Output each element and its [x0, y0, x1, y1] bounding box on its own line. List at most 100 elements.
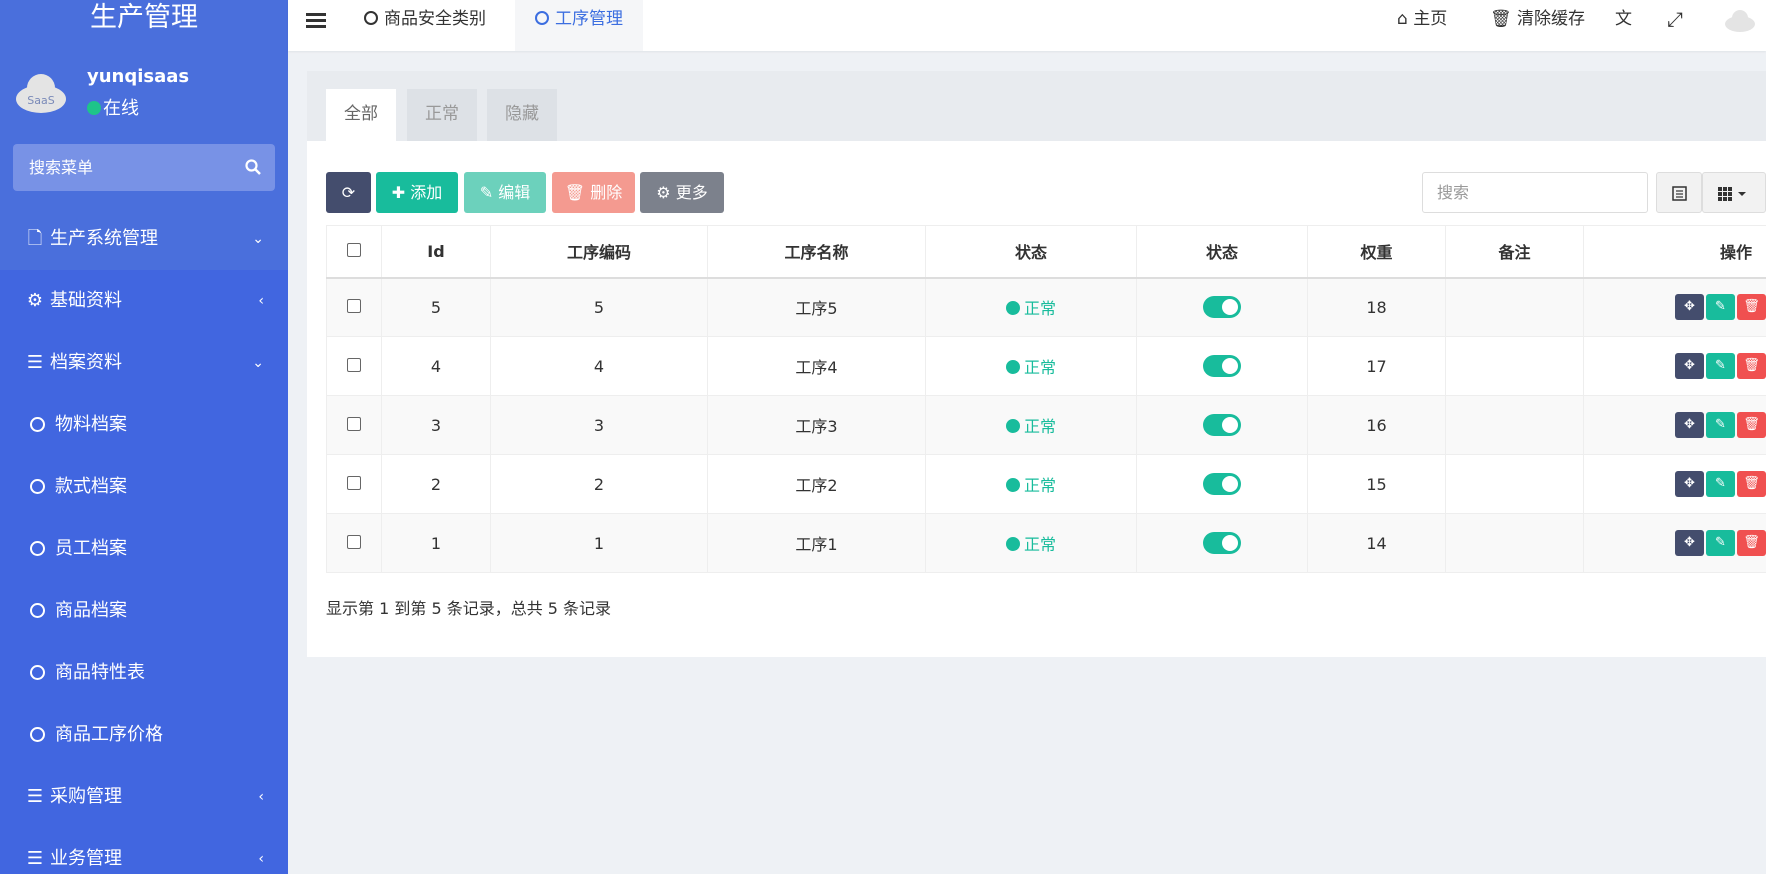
select-all-checkbox[interactable] — [347, 242, 361, 257]
column-header-remark[interactable]: 备注 — [1445, 225, 1584, 279]
grid-icon — [1718, 187, 1746, 201]
sidebar-item-goods-feature[interactable]: 商品特性表 — [0, 642, 288, 704]
cell-weight: 17 — [1307, 336, 1446, 396]
column-header-id[interactable]: Id — [381, 225, 491, 279]
row-checkbox[interactable] — [347, 475, 361, 490]
topbar: 商品安全类别 工序管理 ⌂ 主页 🗑 清除缓存 文 ⤢ — [288, 0, 1766, 51]
status-toggle[interactable] — [1203, 532, 1241, 554]
edit-row-icon[interactable]: ✎ — [1706, 471, 1735, 497]
row-checkbox[interactable] — [347, 357, 361, 372]
edit-row-icon[interactable]: ✎ — [1706, 530, 1735, 556]
columns-button[interactable] — [1702, 172, 1766, 213]
row-checkbox[interactable] — [347, 416, 361, 431]
edit-row-icon[interactable]: ✎ — [1706, 294, 1735, 321]
home-label: 主页 — [1413, 9, 1448, 29]
delete-row-icon[interactable]: 🗑 — [1737, 530, 1766, 556]
refresh-button[interactable]: ⟳ — [326, 172, 371, 213]
translate-icon[interactable]: 文 — [1615, 0, 1632, 38]
move-icon[interactable]: ✥ — [1675, 471, 1704, 497]
cell-code: 2 — [490, 454, 708, 514]
row-checkbox[interactable] — [347, 298, 361, 313]
delete-row-icon[interactable]: 🗑 — [1737, 471, 1766, 497]
circle-icon — [535, 11, 549, 25]
status-toggle[interactable] — [1203, 414, 1241, 436]
column-header-name[interactable]: 工序名称 — [707, 225, 926, 279]
sidebar-item-employee[interactable]: 员工档案 — [0, 518, 288, 580]
sidebar-item-basic-data[interactable]: ⚙ 基础资料 ‹ — [0, 270, 288, 332]
column-header-status-switch[interactable]: 状态 — [1136, 225, 1308, 279]
move-icon[interactable]: ✥ — [1675, 530, 1704, 556]
fullscreen-icon[interactable]: ⤢ — [1667, 0, 1683, 38]
edit-row-icon[interactable]: ✎ — [1706, 412, 1735, 438]
sidebar-item-label: 商品工序价格 — [55, 724, 163, 745]
move-icon[interactable]: ✥ — [1675, 353, 1704, 379]
cell-status: 正常 — [925, 395, 1137, 455]
clear-cache-link[interactable]: 🗑 清除缓存 — [1490, 0, 1585, 38]
sidebar-item-style[interactable]: 款式档案 — [0, 456, 288, 518]
menu-search-input[interactable] — [13, 144, 213, 191]
row-checkbox[interactable] — [347, 534, 361, 549]
cell-status-switch — [1136, 277, 1308, 337]
status-toggle[interactable] — [1203, 296, 1241, 319]
hamburger-icon[interactable] — [306, 10, 326, 31]
more-label: 更多 — [675, 183, 708, 202]
circle-icon — [30, 417, 45, 432]
cell-id: 1 — [381, 513, 491, 573]
file-icon: 🗋 — [27, 228, 43, 249]
edit-button[interactable]: ✎ 编辑 — [464, 172, 546, 213]
column-header-code[interactable]: 工序编码 — [490, 225, 708, 279]
status-dot-icon — [1005, 478, 1020, 492]
cell-remark — [1445, 277, 1584, 337]
status-toggle[interactable] — [1203, 473, 1241, 495]
cell-status: 正常 — [925, 513, 1137, 573]
sidebar-item-material[interactable]: 物料档案 — [0, 394, 288, 456]
circle-icon — [30, 479, 45, 494]
chevron-left-icon: ‹ — [258, 293, 264, 309]
row-select-cell — [326, 513, 382, 573]
cell-code: 5 — [490, 277, 708, 337]
table-search-input[interactable] — [1422, 172, 1648, 213]
chevron-down-icon: ⌄ — [252, 231, 264, 247]
sidebar-item-production-system[interactable]: 🗋 生产系统管理 ⌄ — [0, 208, 288, 270]
add-button[interactable]: ✚ 添加 — [376, 172, 458, 213]
filter-tabs: 全部 正常 隐藏 — [307, 71, 1766, 141]
move-icon[interactable]: ✥ — [1675, 412, 1704, 438]
column-header-status[interactable]: 状态 — [925, 225, 1137, 279]
sidebar-item-business[interactable]: ☰ 业务管理 ‹ — [0, 828, 288, 874]
cell-remark — [1445, 513, 1584, 573]
cell-id: 2 — [381, 454, 491, 514]
status-dot-icon — [1005, 301, 1020, 316]
delete-row-icon[interactable]: 🗑 — [1737, 412, 1766, 438]
cell-id: 5 — [381, 277, 491, 337]
home-icon: ⌂ — [1397, 9, 1408, 29]
sidebar-item-goods[interactable]: 商品档案 — [0, 580, 288, 642]
tab-label: 商品安全类别 — [384, 9, 486, 29]
sidebar-item-archives[interactable]: ☰ 档案资料 ⌄ — [0, 332, 288, 394]
move-icon[interactable]: ✥ — [1675, 294, 1704, 321]
sidebar-item-label: 基础资料 — [50, 290, 122, 311]
filter-tab-normal[interactable]: 正常 — [407, 89, 477, 141]
edit-row-icon[interactable]: ✎ — [1706, 353, 1735, 379]
home-link[interactable]: ⌂ 主页 — [1397, 0, 1447, 38]
sidebar-item-goods-process-price[interactable]: 商品工序价格 — [0, 704, 288, 766]
avatar-small[interactable] — [1724, 8, 1756, 32]
tab-label: 工序管理 — [555, 9, 623, 29]
column-header-actions: 操作 — [1583, 225, 1766, 279]
circle-icon — [30, 541, 45, 556]
more-button[interactable]: ⚙ 更多 — [640, 172, 724, 213]
sidebar-item-purchase[interactable]: ☰ 采购管理 ‹ — [0, 766, 288, 828]
delete-row-icon[interactable]: 🗑 — [1737, 353, 1766, 379]
column-header-weight[interactable]: 权重 — [1307, 225, 1446, 279]
select-all-cell — [326, 225, 382, 279]
filter-tab-all[interactable]: 全部 — [326, 89, 396, 141]
delete-row-icon[interactable]: 🗑 — [1737, 294, 1766, 321]
tab-goods-safety-category[interactable]: 商品安全类别 — [344, 0, 506, 51]
search-icon[interactable] — [245, 159, 261, 175]
status-toggle[interactable] — [1203, 355, 1241, 377]
tab-process-management[interactable]: 工序管理 — [515, 0, 643, 51]
cell-id: 3 — [381, 395, 491, 455]
delete-button[interactable]: 🗑 删除 — [552, 172, 635, 213]
toggle-view-button[interactable] — [1656, 172, 1702, 213]
sidebar-item-label: 采购管理 — [50, 786, 122, 807]
filter-tab-hidden[interactable]: 隐藏 — [487, 89, 557, 141]
